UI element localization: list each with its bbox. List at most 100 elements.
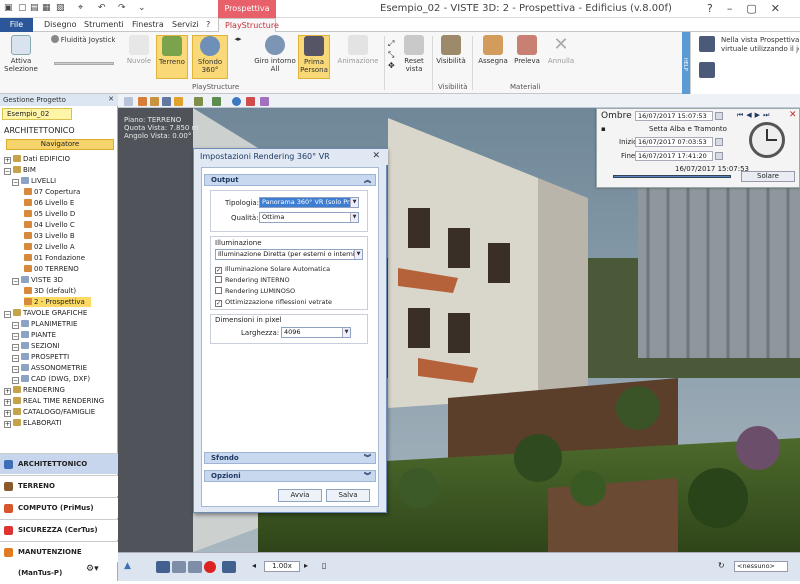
zoom-in-icon[interactable]: ▸ <box>304 561 308 570</box>
tree-item[interactable]: − ASSONOMETRIE <box>12 363 87 373</box>
fine-picker-icon[interactable] <box>715 152 723 160</box>
annulla-button[interactable]: ✕ Annulla <box>546 35 576 66</box>
ombre-datetime[interactable]: 16/07/2017 15:07:53 <box>635 111 713 121</box>
tree-item[interactable]: 05 Livello D <box>24 209 75 219</box>
expand-icon[interactable]: − <box>12 344 19 351</box>
salva-button[interactable]: Salva <box>326 489 370 502</box>
window-controls[interactable]: ?–▢✕ <box>707 2 794 15</box>
play-icon[interactable] <box>188 561 202 573</box>
arrows-icon[interactable]: ◂▸ <box>232 35 244 43</box>
inizio-field[interactable]: 16/07/2017 07:03:53 <box>635 137 713 147</box>
checkbox-row[interactable]: ✓ Illuminazione Solare Automatica <box>215 265 330 274</box>
preleva-button[interactable]: Preleva <box>512 35 542 65</box>
checkbox-row[interactable]: ✓ Ottimizzazione riflessioni vetrate <box>215 298 332 307</box>
tree-item[interactable]: 2 - Prospettiva <box>24 297 91 307</box>
expand-icon[interactable]: − <box>12 322 19 329</box>
fluidita-slider[interactable] <box>54 62 114 65</box>
record-film-icon[interactable] <box>156 561 170 573</box>
tab-disegno[interactable]: Disegno <box>38 18 83 32</box>
save-icon[interactable]: ▦ <box>42 3 51 13</box>
grid-icon[interactable] <box>124 97 133 106</box>
tree-item[interactable]: + ELABORATI <box>4 418 62 428</box>
tree-item[interactable]: − TAVOLE GRAFICHE <box>4 308 87 318</box>
navigator-button[interactable]: Navigatore <box>6 139 114 150</box>
terreno-button[interactable]: Terreno <box>156 35 188 79</box>
solare-button[interactable]: Solare <box>741 171 795 182</box>
module-button[interactable]: COMPUTO (PriMus) <box>0 497 118 518</box>
tree-item[interactable]: − CAD (DWG, DXF) <box>12 374 90 384</box>
paint-icon[interactable] <box>260 97 269 106</box>
expand-icon[interactable]: − <box>12 377 19 384</box>
expand-icon[interactable]: − <box>12 333 19 340</box>
tab-finestra[interactable]: Finestra <box>126 18 170 32</box>
refresh-icon[interactable]: ↻ <box>718 561 725 570</box>
prima-persona-button[interactable]: Prima Persona <box>298 35 330 79</box>
tree-item[interactable]: + REAL TIME RENDERING <box>4 396 104 406</box>
expand-icon[interactable]: − <box>12 366 19 373</box>
close-icon[interactable]: ✕ <box>372 151 380 161</box>
close-icon[interactable]: ✕ <box>789 110 797 120</box>
tree-item[interactable]: 00 TERRENO <box>24 264 79 274</box>
customize-icon[interactable]: ⌄ <box>138 3 146 13</box>
tab-servizi[interactable]: Servizi <box>166 18 205 32</box>
pin-icon[interactable]: ✕ <box>108 95 114 103</box>
tree-item[interactable]: − BIM <box>4 165 36 175</box>
expand-icon[interactable]: + <box>4 157 11 164</box>
collapse-icon[interactable]: ▪ <box>601 125 606 133</box>
sphere-icon[interactable] <box>232 97 241 106</box>
checkbox[interactable] <box>215 276 222 283</box>
expand-icon[interactable]: + <box>4 388 11 395</box>
tab-playstructure[interactable]: PlayStructure <box>218 18 279 32</box>
tree-item[interactable]: − VISTE 3D <box>12 275 63 285</box>
redo-icon[interactable]: ↷ <box>118 3 126 13</box>
expand-icon[interactable]: + <box>4 421 11 428</box>
arrow-up-icon[interactable]: ▲ <box>124 561 131 571</box>
tab-file[interactable]: File <box>0 18 33 32</box>
tree-item[interactable]: − PLANIMETRIE <box>12 319 77 329</box>
view-select[interactable]: <nessuno> <box>734 561 788 572</box>
camera-icon[interactable] <box>162 97 171 106</box>
tree-item[interactable]: 06 Livello E <box>24 198 74 208</box>
expand-icon[interactable]: + <box>4 399 11 406</box>
zoom-field[interactable]: 1.00x <box>264 561 300 572</box>
checkbox[interactable]: ✓ <box>215 300 222 307</box>
open-icon[interactable]: ▤ <box>30 3 39 13</box>
reset-vista-button[interactable]: Reset vista <box>400 35 428 73</box>
project-tab[interactable]: Esempio_02 <box>2 108 72 120</box>
tree-item[interactable]: 01 Fondazione <box>24 253 85 263</box>
tree-item[interactable]: − PIANTE <box>12 330 56 340</box>
checkbox[interactable]: ✓ <box>215 267 222 274</box>
output-section[interactable]: Output ︽ <box>204 174 376 186</box>
tree-item[interactable]: − SEZIONI <box>12 341 60 351</box>
leaf-icon[interactable] <box>212 97 221 106</box>
opzioni-section[interactable]: Opzioni ︾ <box>204 470 376 482</box>
stop-icon[interactable] <box>172 561 186 573</box>
time-slider[interactable] <box>613 175 731 178</box>
module-button[interactable]: ARCHITETTONICO <box>0 453 118 474</box>
inizio-picker-icon[interactable] <box>715 138 723 146</box>
tree-item[interactable]: 03 Livello B <box>24 231 75 241</box>
settings-icon[interactable]: ⚙▾ <box>86 564 99 574</box>
expand-icon[interactable]: − <box>4 311 11 318</box>
render-icon[interactable] <box>138 97 147 106</box>
camera-icon[interactable] <box>222 561 236 573</box>
tab-strumenti[interactable]: Strumenti <box>78 18 130 32</box>
expand-icon[interactable]: − <box>12 355 19 362</box>
help-tool-icon[interactable] <box>699 36 715 52</box>
tab-help[interactable]: ? <box>200 18 216 32</box>
attiva-selezione-button[interactable]: Attiva Selezione <box>4 35 38 73</box>
visibilita-button[interactable]: Visibilità <box>434 35 468 65</box>
undo-icon[interactable]: ↶ <box>98 3 106 13</box>
alba-tramonto-button[interactable]: Setta Alba e Tramonto <box>649 125 727 133</box>
tree-item[interactable]: + RENDERING <box>4 385 65 395</box>
lock-icon[interactable]: ▯ <box>322 561 326 570</box>
folder-icon[interactable] <box>150 97 159 106</box>
nuvole-button[interactable]: Nuvole <box>126 35 152 65</box>
record-icon[interactable] <box>204 561 216 573</box>
larghezza-select[interactable]: 4096 ▼ <box>281 327 351 338</box>
sun-icon[interactable] <box>174 97 183 106</box>
new-icon[interactable]: ▢ <box>18 3 27 13</box>
tree-item[interactable]: 07 Copertura <box>24 187 80 197</box>
tree-item[interactable]: 3D (default) <box>24 286 76 296</box>
print-icon[interactable]: ▧ <box>56 3 65 13</box>
